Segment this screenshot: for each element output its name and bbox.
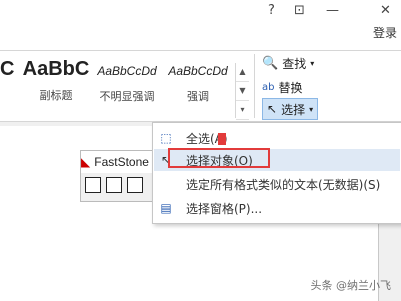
select-dropdown-menu: ⬚ 全选(A) ↖ 选择对象(O) 选定所有格式类似的文本(无数据)(S) ▤ … (152, 122, 401, 224)
menu-item-select-similar[interactable]: 选定所有格式类似的文本(无数据)(S) (154, 173, 400, 195)
faststone-logo-icon: ◣ (81, 155, 91, 169)
close-button[interactable]: ✕ (380, 3, 391, 18)
style-preview: AaBbC (22, 58, 90, 80)
style-item-subtle-emphasis[interactable]: AaBbCcDd 不明显强调 (92, 64, 162, 104)
style-preview: AaBbCcDd (97, 64, 157, 78)
style-name: 副标题 (39, 89, 73, 102)
chevron-down-icon: ▾ (309, 104, 314, 114)
style-gallery-scroll[interactable]: ▲ ▼ ▾ (235, 63, 249, 120)
cursor-icon: ↖ (267, 102, 278, 116)
style-preview: AaBbCcDd (168, 64, 228, 78)
scroll-up-icon[interactable]: ▲ (236, 63, 249, 82)
menu-item-selection-pane[interactable]: ▤ 选择窗格(P)... (154, 197, 400, 219)
style-item-heading[interactable]: C (0, 58, 14, 81)
capture-object-icon[interactable] (127, 177, 143, 193)
capture-window-icon[interactable] (106, 177, 122, 193)
replace-label: 替换 (278, 80, 303, 95)
style-item-subtitle[interactable]: AaBbC 副标题 (20, 58, 92, 103)
find-label: 查找 (282, 56, 307, 71)
style-name: 强调 (187, 90, 209, 103)
replace-button[interactable]: ab 替换 (262, 77, 303, 97)
style-preview: C (0, 58, 15, 80)
binoculars-icon: 🔍 (262, 55, 279, 71)
help-button[interactable]: ? (268, 3, 275, 18)
title-bar: ? ⊡ — ✕ (0, 0, 401, 28)
group-separator (254, 54, 255, 118)
style-name: 不明显强调 (99, 90, 155, 103)
faststone-title: FastStone (94, 155, 149, 169)
select-label: 选择 (281, 102, 306, 117)
chevron-down-icon: ▾ (310, 58, 315, 68)
highlight-box (168, 148, 270, 168)
open-folder-icon[interactable] (85, 177, 101, 193)
scroll-down-icon[interactable]: ▼ (236, 82, 249, 101)
watermark: 头条 @纳兰小飞 (310, 279, 392, 292)
expand-gallery-icon[interactable]: ▾ (236, 101, 249, 120)
select-button[interactable]: ↖ 选择 ▾ (262, 98, 319, 120)
annotation-marker (218, 133, 226, 145)
minimize-button[interactable]: — (326, 3, 339, 18)
menu-item-label: 选定所有格式类似的文本(无数据)(S) (186, 177, 381, 192)
ribbon-display-button[interactable]: ⊡ (294, 3, 305, 18)
style-item-emphasis[interactable]: AaBbCcDd 强调 (165, 64, 231, 104)
login-link[interactable]: 登录 (373, 24, 397, 41)
replace-icon: ab (262, 81, 275, 93)
selection-pane-icon: ▤ (160, 201, 172, 215)
menu-item-label: 选择窗格(P)... (186, 201, 263, 216)
faststone-toolbar (85, 177, 143, 193)
select-all-icon: ⬚ (160, 131, 172, 145)
faststone-window[interactable]: ◣ FastStone (80, 150, 162, 202)
find-button[interactable]: 🔍 查找 ▾ (262, 53, 314, 73)
menu-item-select-all[interactable]: ⬚ 全选(A) (154, 127, 400, 149)
faststone-titlebar: ◣ FastStone (81, 151, 161, 173)
